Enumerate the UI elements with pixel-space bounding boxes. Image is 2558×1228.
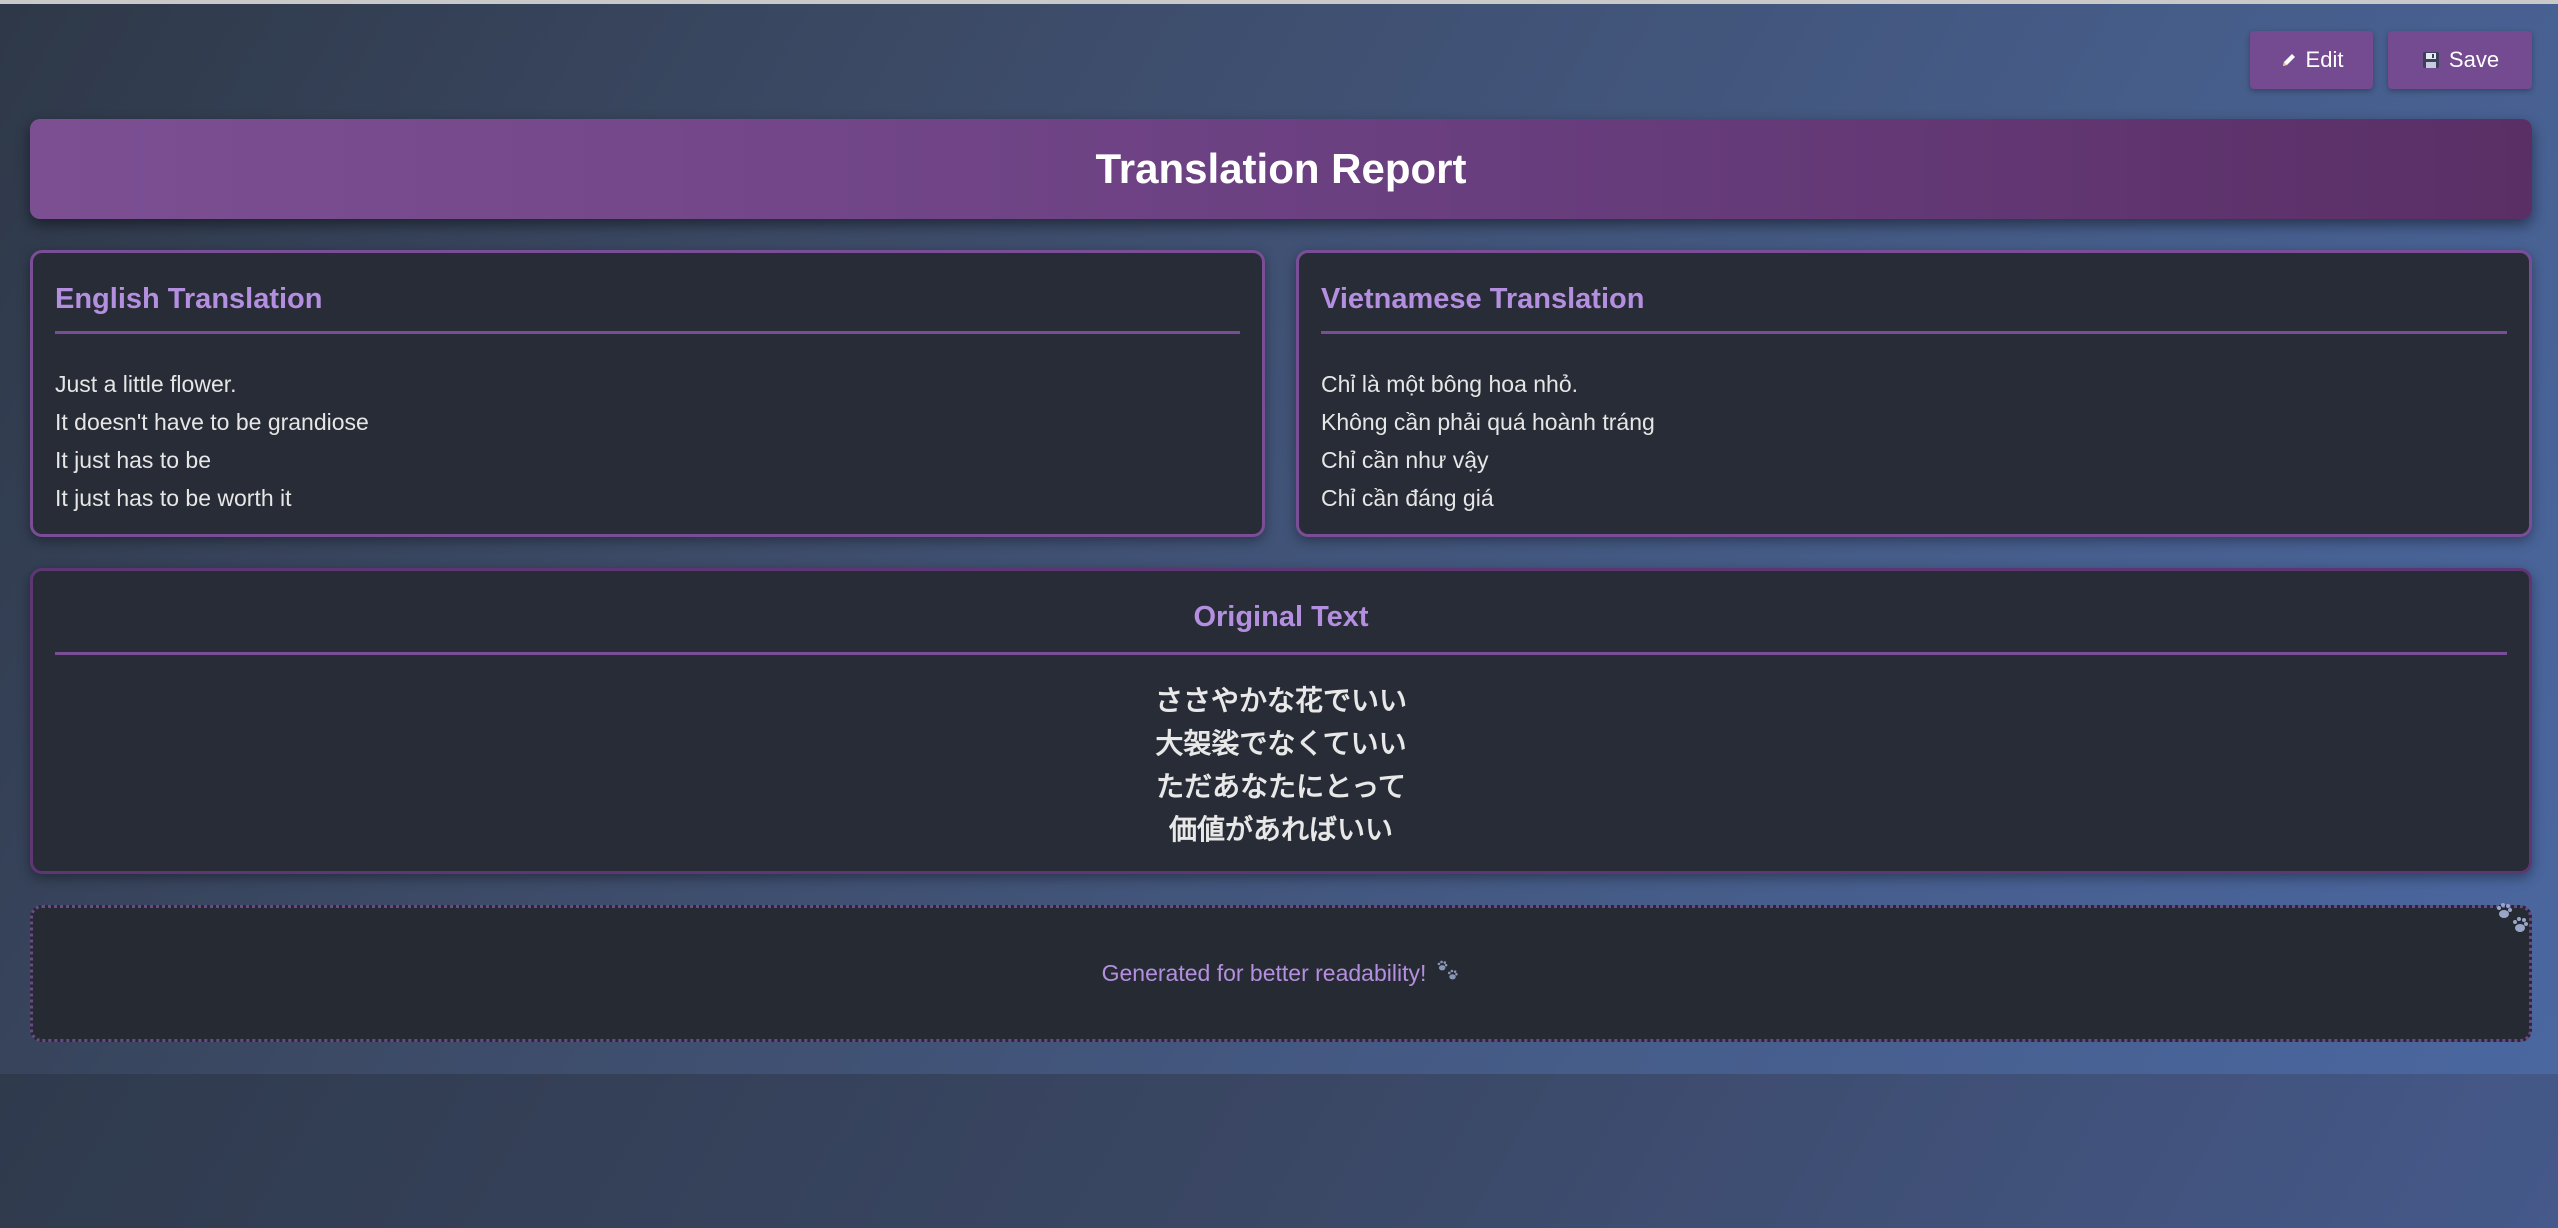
lower-background xyxy=(0,1074,2558,1228)
english-divider xyxy=(55,331,1240,334)
save-button[interactable]: Save xyxy=(2388,31,2532,89)
original-line: 大袈裟でなくていい xyxy=(1155,727,1407,760)
paw-prints-icon xyxy=(2495,902,2531,941)
english-lines: Just a little flower. It doesn't have to… xyxy=(55,365,369,517)
report-header: Translation Report xyxy=(30,119,2532,219)
page-title: Translation Report xyxy=(1095,145,1467,192)
english-line: It just has to be worth it xyxy=(55,485,292,511)
vietnamese-divider xyxy=(1321,331,2507,334)
english-heading: English Translation xyxy=(55,283,323,315)
edit-button-label: Edit xyxy=(2305,47,2344,72)
original-heading: Original Text xyxy=(1193,601,1369,633)
original-text-card: Original Text ささやかな花でいい 大袈裟でなくていい ただあなたに… xyxy=(30,568,2532,874)
english-translation-card: English Translation Just a little flower… xyxy=(30,250,1265,537)
vietnamese-line: Không cần phải quá hoành tráng xyxy=(1321,409,1655,435)
footer-text: Generated for better readability! xyxy=(1101,960,1427,986)
original-divider xyxy=(55,652,2507,655)
original-line: ささやかな花でいい xyxy=(1154,684,1407,717)
english-line: It just has to be xyxy=(55,447,211,473)
vietnamese-line: Chỉ cần như vậy xyxy=(1321,447,1489,473)
vietnamese-translation-card: Vietnamese Translation Chỉ là một bông h… xyxy=(1296,250,2532,537)
vietnamese-lines: Chỉ là một bông hoa nhỏ. Không cần phải … xyxy=(1321,365,1655,517)
footer-card: Generated for better readability! xyxy=(30,902,2532,1042)
english-line: Just a little flower. xyxy=(55,371,237,397)
save-button-label: Save xyxy=(2448,47,2500,72)
floppy-disk-icon xyxy=(2421,50,2441,70)
vietnamese-line: Chỉ cần đáng giá xyxy=(1321,485,1494,511)
english-line: It doesn't have to be grandiose xyxy=(55,409,369,435)
original-line: 価値があればいい xyxy=(1168,813,1393,846)
edit-button[interactable]: Edit xyxy=(2250,31,2373,89)
vietnamese-heading: Vietnamese Translation xyxy=(1321,283,1645,315)
vietnamese-line: Chỉ là một bông hoa nhỏ. xyxy=(1321,371,1579,397)
pencil-icon xyxy=(2280,51,2298,69)
footer-message: Generated for better readability! xyxy=(1102,960,1461,988)
original-lines: ささやかな花でいい 大袈裟でなくていい ただあなたにとって 価値があればいい xyxy=(33,679,2529,851)
paw-prints-icon xyxy=(1436,960,1460,988)
original-line: ただあなたにとって xyxy=(1156,770,1406,803)
